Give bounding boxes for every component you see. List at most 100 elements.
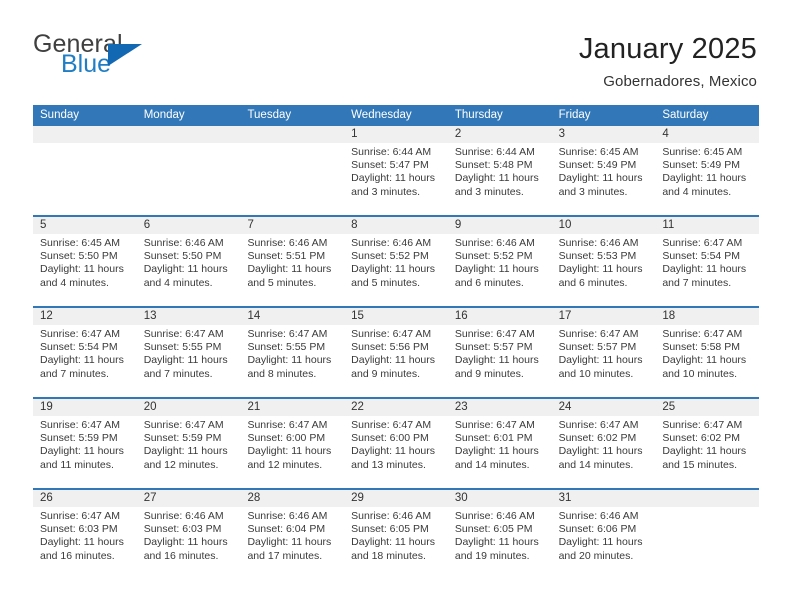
sunrise-text: Sunrise: 6:47 AM [558,419,639,431]
sunrise-text: Sunrise: 6:47 AM [454,328,535,340]
sunrise-text: Sunrise: 6:46 AM [454,510,535,522]
sunrise-text: Sunrise: 6:46 AM [454,237,535,249]
calendar-day-cell[interactable]: 24 Sunrise: 6:47 AM Sunset: 6:02 PM Dayligh… [551,399,656,488]
calendar-day-cell[interactable]: 5 Sunrise: 6:45 AM Sunset: 5:50 PM Daylight… [33,217,137,306]
daylight-text-line2: and 18 minutes. [351,549,426,562]
calendar-day-cell[interactable]: 13 Sunrise: 6:47 AM Sunset: 5:55 PM Dayligh… [136,308,241,397]
daylight-text-line1: Daylight: 11 hours [558,536,643,549]
sunset-text: Sunset: 5:52 PM [454,250,533,263]
day-number: 17 [551,308,656,325]
day-number [33,126,137,143]
daylight-text-line1: Daylight: 11 hours [247,263,332,276]
calendar-day-cell[interactable]: 8 Sunrise: 6:46 AM Sunset: 5:52 PM Daylight… [344,217,448,306]
calendar-day-cell[interactable]: 2 Sunrise: 6:44 AM Sunset: 5:48 PM Daylight… [447,126,552,215]
calendar-day-cell[interactable]: 29 Sunrise: 6:46 AM Sunset: 6:05 PM Dayligh… [344,490,448,579]
daylight-text-line1: Daylight: 11 hours [558,445,643,458]
calendar-day-cell[interactable]: 1 Sunrise: 6:44 AM Sunset: 5:47 PM Daylight… [344,126,448,215]
calendar-day-cell[interactable]: 23 Sunrise: 6:47 AM Sunset: 6:01 PM Dayligh… [447,399,552,488]
calendar-week-row: 19 Sunrise: 6:47 AM Sunset: 5:59 PM Dayligh… [33,397,760,488]
day-number [240,126,345,143]
daylight-text-line1: Daylight: 11 hours [454,263,539,276]
daylight-text-line1: Daylight: 11 hours [143,354,228,367]
sunrise-text: Sunrise: 6:47 AM [40,328,120,340]
calendar-day-cell[interactable]: 7 Sunrise: 6:46 AM Sunset: 5:51 PM Daylight… [240,217,345,306]
sunset-text: Sunset: 6:03 PM [143,523,222,536]
calendar-day-cell[interactable]: 25 Sunrise: 6:47 AM Sunset: 6:02 PM Dayligh… [655,399,760,488]
sunrise-text: Sunrise: 6:47 AM [662,237,743,249]
day-number: 30 [447,490,552,507]
daylight-text-line1: Daylight: 11 hours [558,172,643,185]
logo-triangle-icon [108,44,142,66]
calendar-day-cell[interactable]: 10 Sunrise: 6:46 AM Sunset: 5:53 PM Dayligh… [551,217,656,306]
sunset-text: Sunset: 6:00 PM [351,432,429,445]
daylight-text-line1: Daylight: 11 hours [143,445,228,458]
day-details: Sunrise: 6:47 AM Sunset: 6:02 PM Daylight:… [655,416,759,472]
calendar-day-cell[interactable]: 21 Sunrise: 6:47 AM Sunset: 6:00 PM Dayligh… [240,399,345,488]
calendar-day-cell[interactable]: 15 Sunrise: 6:47 AM Sunset: 5:56 PM Dayligh… [344,308,448,397]
daylight-text-line1: Daylight: 11 hours [143,263,228,276]
sunrise-text: Sunrise: 6:47 AM [40,510,120,522]
daylight-text-line2: and 6 minutes. [558,276,628,289]
day-details: Sunrise: 6:47 AM Sunset: 5:54 PM Daylight:… [33,325,137,381]
daylight-text-line1: Daylight: 11 hours [351,354,436,367]
daylight-text-line1: Daylight: 11 hours [143,536,228,549]
calendar-day-cell[interactable]: 6 Sunrise: 6:46 AM Sunset: 5:50 PM Daylight… [136,217,241,306]
day-number: 9 [447,217,552,234]
calendar-day-cell[interactable]: 3 Sunrise: 6:45 AM Sunset: 5:49 PM Daylight… [551,126,656,215]
sunset-text: Sunset: 6:05 PM [454,523,533,536]
calendar-day-cell[interactable]: 27 Sunrise: 6:46 AM Sunset: 6:03 PM Dayligh… [136,490,241,579]
calendar-day-cell[interactable]: 20 Sunrise: 6:47 AM Sunset: 5:59 PM Dayligh… [136,399,241,488]
sunset-text: Sunset: 5:57 PM [454,341,533,354]
calendar-day-cell[interactable]: 9 Sunrise: 6:46 AM Sunset: 5:52 PM Daylight… [447,217,552,306]
day-details: Sunrise: 6:47 AM Sunset: 6:03 PM Daylight:… [33,507,137,563]
day-details: Sunrise: 6:45 AM Sunset: 5:49 PM Daylight:… [655,143,759,199]
calendar-day-cell[interactable]: 4 Sunrise: 6:45 AM Sunset: 5:49 PM Daylight… [655,126,760,215]
daylight-text-line1: Daylight: 11 hours [40,536,124,549]
calendar-day-cell[interactable]: 16 Sunrise: 6:47 AM Sunset: 5:57 PM Dayligh… [447,308,552,397]
calendar-day-cell[interactable]: 26 Sunrise: 6:47 AM Sunset: 6:03 PM Dayligh… [33,490,137,579]
calendar-day-cell[interactable]: 12 Sunrise: 6:47 AM Sunset: 5:54 PM Dayligh… [33,308,137,397]
daylight-text-line2: and 6 minutes. [454,276,524,289]
sunset-text: Sunset: 6:00 PM [247,432,326,445]
day-details: Sunrise: 6:47 AM Sunset: 5:55 PM Daylight:… [240,325,344,381]
sunset-text: Sunset: 5:59 PM [40,432,118,445]
weekday-saturday: Saturday [662,109,709,121]
sunset-text: Sunset: 5:58 PM [662,341,740,354]
calendar-day-cell[interactable]: 30 Sunrise: 6:46 AM Sunset: 6:05 PM Dayligh… [447,490,552,579]
calendar-day-cell[interactable]: 19 Sunrise: 6:47 AM Sunset: 5:59 PM Dayligh… [33,399,137,488]
daylight-text-line2: and 14 minutes. [454,458,530,471]
calendar-day-cell[interactable]: 14 Sunrise: 6:47 AM Sunset: 5:55 PM Dayligh… [240,308,345,397]
day-details: Sunrise: 6:47 AM Sunset: 6:00 PM Daylight:… [240,416,344,472]
sunset-text: Sunset: 6:02 PM [558,432,637,445]
calendar-day-cell[interactable]: 17 Sunrise: 6:47 AM Sunset: 5:57 PM Dayligh… [551,308,656,397]
day-number: 22 [344,399,448,416]
sunset-text: Sunset: 6:01 PM [454,432,533,445]
calendar-week-row: 26 Sunrise: 6:47 AM Sunset: 6:03 PM Dayligh… [33,488,760,579]
day-number: 19 [33,399,137,416]
calendar-day-cell[interactable]: 28 Sunrise: 6:46 AM Sunset: 6:04 PM Dayligh… [240,490,345,579]
day-details: Sunrise: 6:46 AM Sunset: 6:04 PM Daylight:… [240,507,344,563]
weekday-monday: Monday [143,109,185,121]
calendar-week-row: 1 Sunrise: 6:44 AM Sunset: 5:47 PM Daylight… [33,126,760,215]
sunrise-text: Sunrise: 6:45 AM [558,146,639,158]
sunset-text: Sunset: 5:55 PM [143,341,222,354]
calendar-day-cell[interactable]: 31 Sunrise: 6:46 AM Sunset: 6:06 PM Dayligh… [551,490,656,579]
calendar-day-cell[interactable]: 11 Sunrise: 6:47 AM Sunset: 5:54 PM Dayligh… [655,217,760,306]
sunrise-text: Sunrise: 6:46 AM [143,237,224,249]
weekday-sunday: Sunday [40,109,80,121]
daylight-text-line2: and 14 minutes. [558,458,634,471]
page-header: General Blue January 2025 Gobernadores, … [0,0,792,105]
logo-general-blue[interactable]: General Blue [33,32,163,88]
sunrise-text: Sunrise: 6:44 AM [454,146,535,158]
calendar-day-cell[interactable]: 22 Sunrise: 6:47 AM Sunset: 6:00 PM Dayligh… [344,399,448,488]
daylight-text-line2: and 7 minutes. [662,276,732,289]
daylight-text-line2: and 12 minutes. [143,458,219,471]
calendar-day-cell-empty [136,126,241,215]
calendar-day-cell[interactable]: 18 Sunrise: 6:47 AM Sunset: 5:58 PM Dayligh… [655,308,760,397]
day-details: Sunrise: 6:47 AM Sunset: 5:55 PM Daylight:… [137,325,241,381]
calendar-day-cell-empty [33,126,137,215]
calendar-week-row: 5 Sunrise: 6:45 AM Sunset: 5:50 PM Daylight… [33,215,760,306]
calendar-grid: Sunday Monday Tuesday Wednesday Thursday… [33,105,760,579]
sunset-text: Sunset: 5:52 PM [351,250,429,263]
day-details: Sunrise: 6:47 AM Sunset: 6:01 PM Daylight:… [448,416,552,472]
